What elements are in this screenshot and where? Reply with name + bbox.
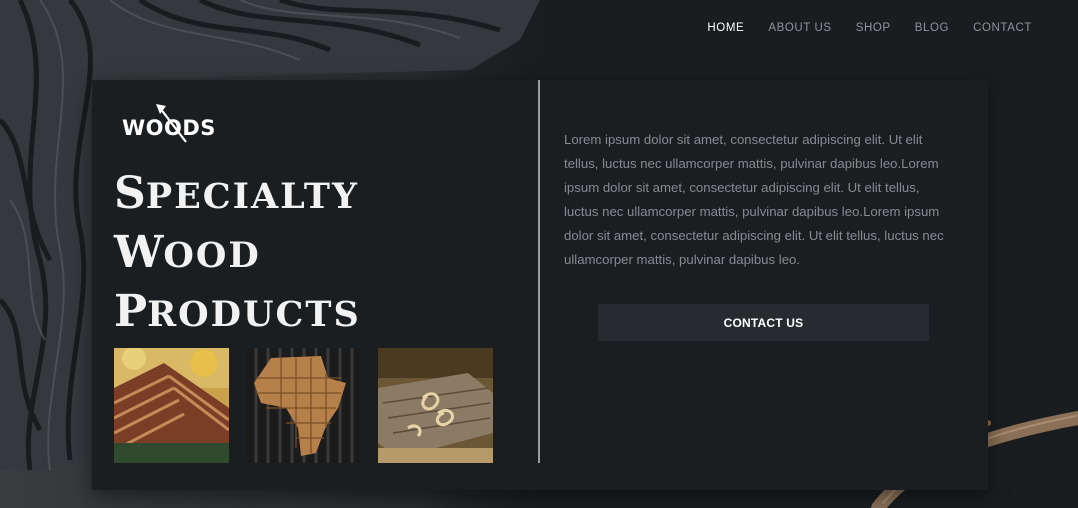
main-navigation: HOME ABOUT US SHOP BLOG CONTACT bbox=[707, 22, 1032, 34]
title-line-3: PRODUCTS bbox=[114, 286, 361, 337]
wood-shavings-image[interactable] bbox=[378, 348, 493, 463]
contact-us-button[interactable]: CONTACT US bbox=[598, 304, 929, 341]
hero-description: Lorem ipsum dolor sit amet, consectetur … bbox=[564, 132, 944, 267]
nav-about-us[interactable]: ABOUT US bbox=[768, 22, 831, 34]
hero-title: SPECIALTY WOOD PRODUCTS bbox=[114, 166, 534, 343]
nav-shop[interactable]: SHOP bbox=[856, 22, 891, 34]
arrow-icon bbox=[156, 104, 187, 143]
hero-right-panel: Lorem ipsum dolor sit amet, consectetur … bbox=[562, 80, 962, 490]
title-line-1: SPECIALTY bbox=[114, 168, 359, 219]
image-gallery bbox=[114, 348, 493, 463]
nav-blog[interactable]: BLOG bbox=[915, 22, 949, 34]
nav-contact[interactable]: CONTACT bbox=[973, 22, 1032, 34]
wood-africa-map-image[interactable] bbox=[246, 348, 361, 463]
title-line-2: WOOD bbox=[114, 227, 261, 278]
nav-home[interactable]: HOME bbox=[707, 22, 744, 34]
woods-logo[interactable]: WOODS bbox=[122, 104, 232, 146]
hero-left-panel: WOODS SPECIALTY WOOD PRODUCTS bbox=[92, 80, 538, 490]
hero-card: WOODS SPECIALTY WOOD PRODUCTS Lorem ipsu… bbox=[92, 80, 988, 490]
wooden-roof-image[interactable] bbox=[114, 348, 229, 463]
vertical-divider bbox=[538, 80, 540, 463]
